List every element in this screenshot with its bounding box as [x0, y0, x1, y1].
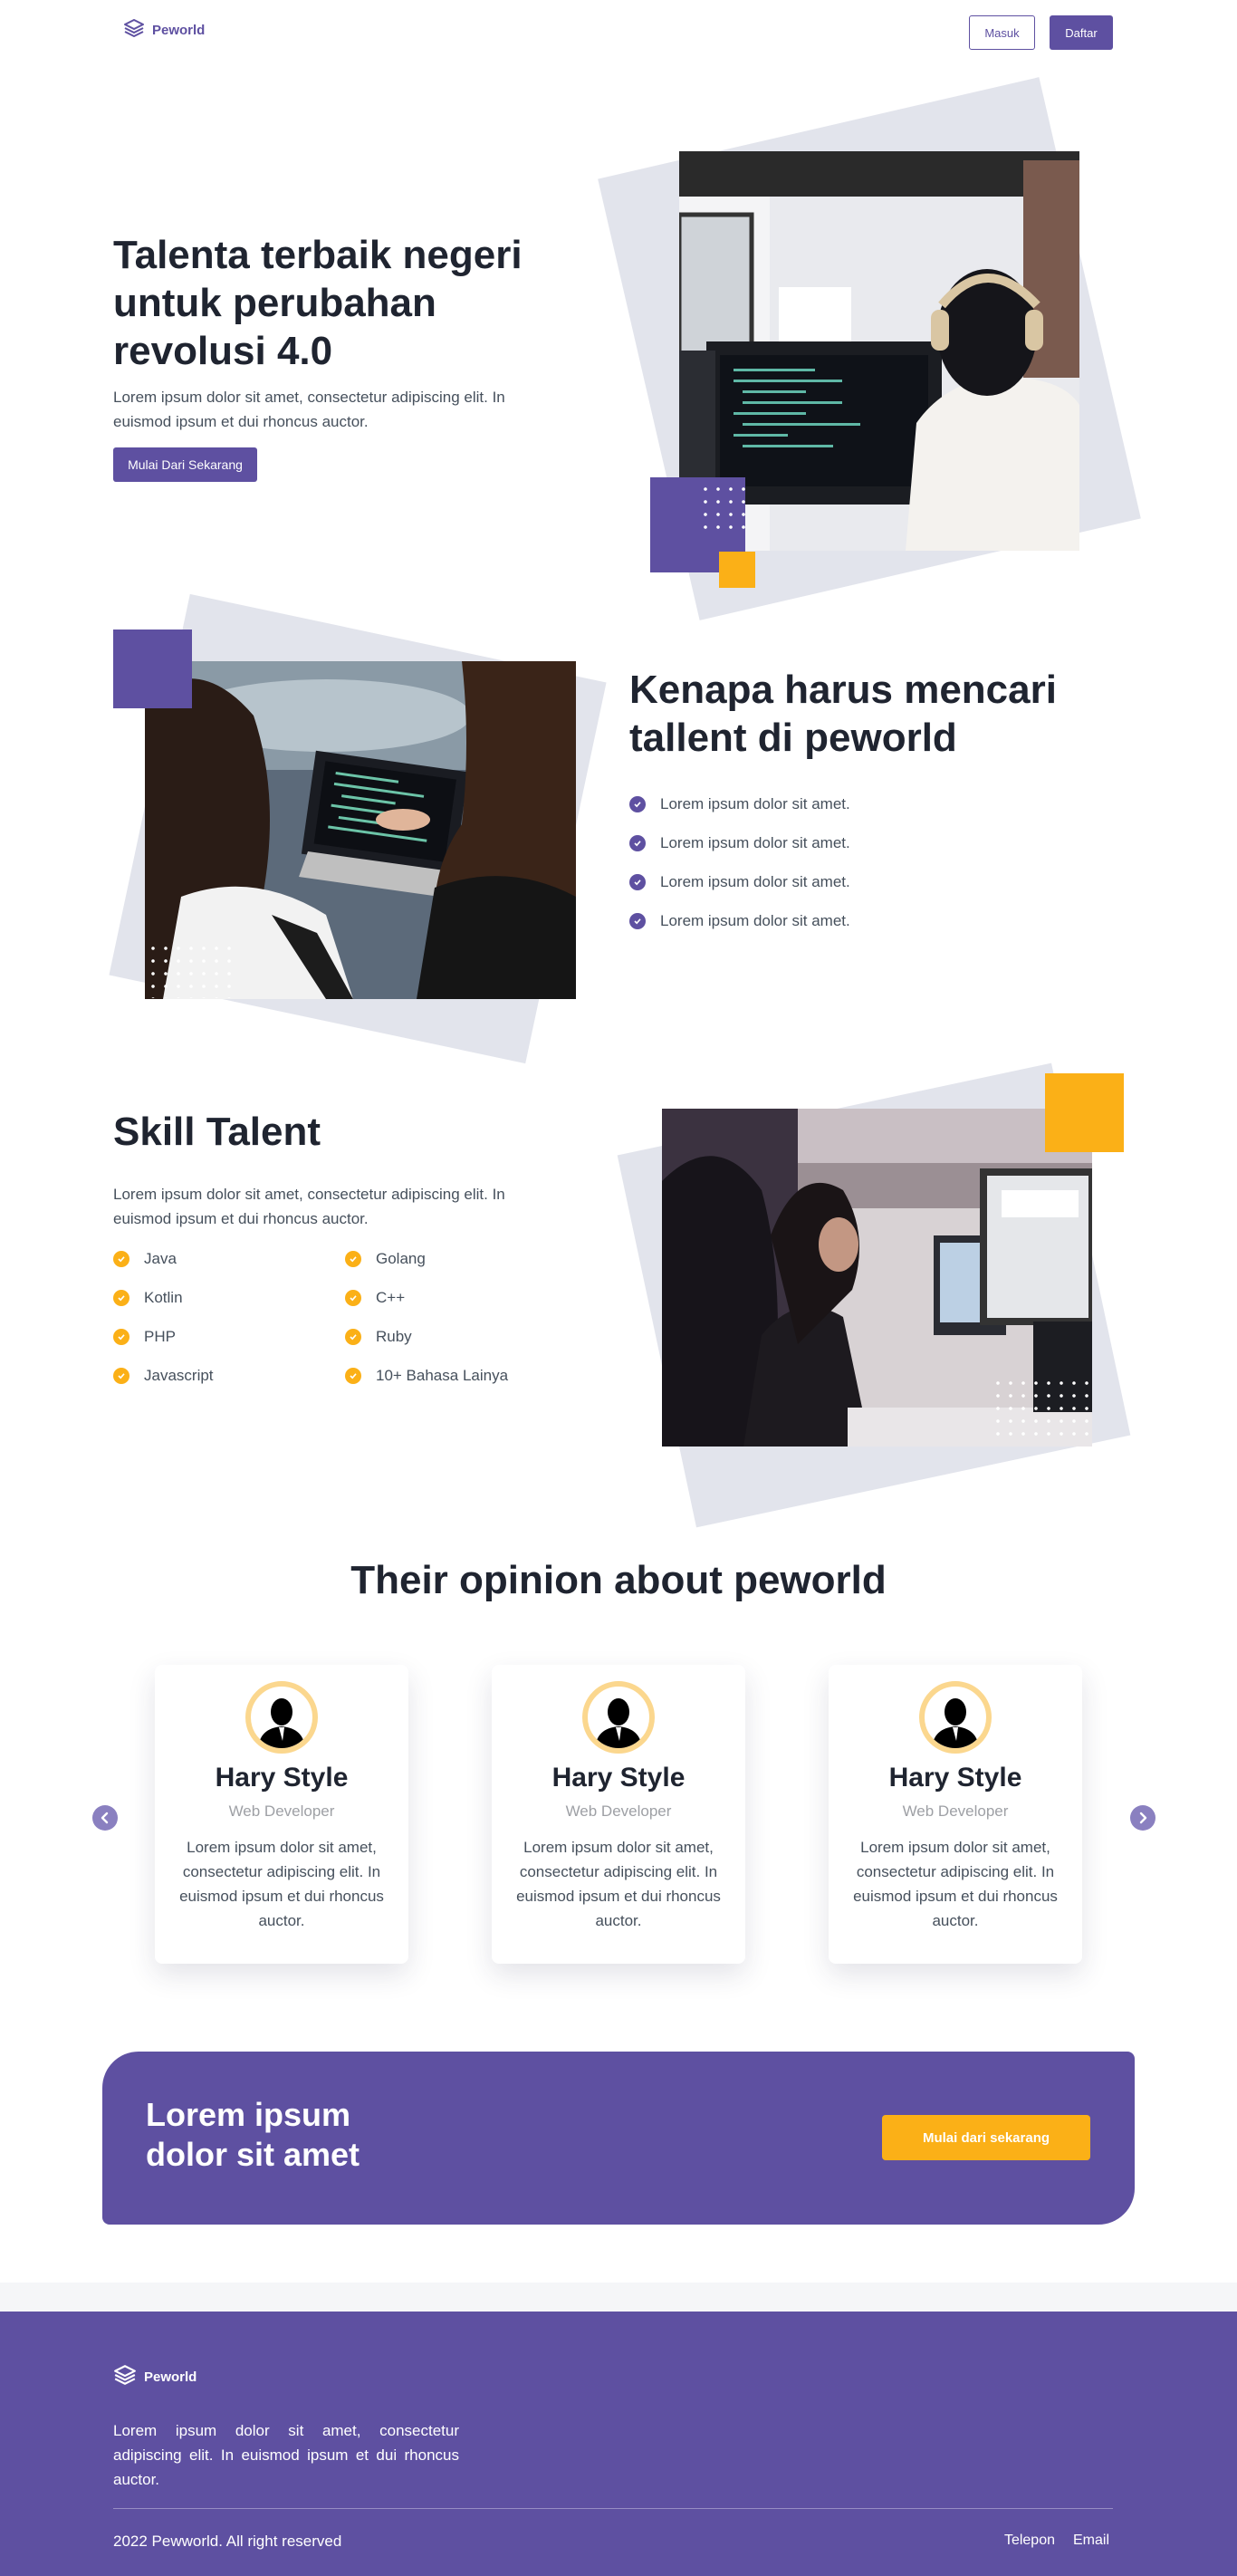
skill-name: PHP: [144, 1327, 176, 1345]
footer-link-phone[interactable]: Telepon: [1004, 2533, 1055, 2549]
login-button[interactable]: Masuk: [969, 15, 1035, 50]
testimonial-card[interactable]: Hary Style Web Developer Lorem ipsum dol…: [829, 1665, 1082, 1964]
user-silhouette-icon: [258, 1698, 305, 1748]
skill-item: Golang: [345, 1239, 508, 1278]
opinion-title: Their opinion about peworld: [350, 1558, 887, 1602]
hero-yellow-square: [719, 552, 755, 588]
footer-links: Telepon Email: [1004, 2533, 1109, 2549]
skill-dot-pattern: [992, 1377, 1091, 1442]
hero-title: Talenta terbaik negeri untuk perubahan r…: [113, 233, 523, 373]
why-list-item: Lorem ipsum dolor sit amet.: [629, 823, 850, 862]
skill-list-right: Golang C++ Ruby 10+ Bahasa Lainya: [345, 1239, 508, 1395]
avatar: [245, 1681, 318, 1754]
footer-brand-name: Peworld: [144, 2369, 197, 2385]
why-list-item: Lorem ipsum dolor sit amet.: [629, 901, 850, 940]
skill-name: C++: [376, 1288, 406, 1306]
check-circle-icon: [113, 1367, 129, 1384]
testimonial-text: Lorem ipsum dolor sit amet, consectetur …: [853, 1839, 1058, 1929]
hero-cta-button[interactable]: Mulai Dari Sekarang: [113, 447, 257, 482]
footer-spacer: [0, 2283, 1237, 2312]
chevron-left-icon: [101, 1812, 109, 1824]
hero-description: Lorem ipsum dolor sit amet, consectetur …: [113, 389, 505, 430]
testimonial-name: Hary Style: [551, 1763, 686, 1793]
skill-item: 10+ Bahasa Lainya: [345, 1356, 508, 1395]
why-list-item: Lorem ipsum dolor sit amet.: [629, 784, 850, 823]
cta-banner: Lorem ipsum dolor sit amet Mulai dari se…: [102, 2052, 1135, 2225]
register-button[interactable]: Daftar: [1050, 15, 1113, 50]
check-circle-icon: [345, 1367, 361, 1384]
chevron-right-icon: [1139, 1812, 1147, 1824]
check-circle-icon: [629, 873, 646, 890]
skill-name: Golang: [376, 1249, 426, 1267]
why-title: Kenapa harus mencari tallent di peworld: [629, 668, 1057, 760]
skill-item: PHP: [113, 1317, 214, 1356]
skill-title: Skill Talent: [113, 1110, 321, 1154]
testimonial-name: Hary Style: [888, 1763, 1022, 1793]
banner-title: Lorem ipsum dolor sit amet: [146, 2096, 360, 2173]
why-list-text: Lorem ipsum dolor sit amet.: [660, 833, 850, 851]
avatar: [919, 1681, 992, 1754]
testimonial-card[interactable]: Hary Style Web Developer Lorem ipsum dol…: [155, 1665, 408, 1964]
footer-description: Lorem ipsum dolor sit amet, consectetur …: [113, 2422, 459, 2488]
why-list-item: Lorem ipsum dolor sit amet.: [629, 862, 850, 901]
avatar: [582, 1681, 655, 1754]
skill-description: Lorem ipsum dolor sit amet, consectetur …: [113, 1186, 505, 1227]
skill-yellow-square: [1045, 1073, 1124, 1152]
user-silhouette-icon: [595, 1698, 642, 1748]
skill-item: Javascript: [113, 1356, 214, 1395]
why-list-text: Lorem ipsum dolor sit amet.: [660, 872, 850, 890]
footer-link-email[interactable]: Email: [1073, 2533, 1109, 2549]
check-circle-icon: [113, 1328, 129, 1345]
testimonial-role: Web Developer: [902, 1802, 1009, 1820]
skill-name: Ruby: [376, 1327, 412, 1345]
skill-name: 10+ Bahasa Lainya: [376, 1366, 509, 1384]
testimonial-role: Web Developer: [228, 1802, 335, 1820]
footer-divider: [113, 2508, 1113, 2509]
skill-name: Javascript: [144, 1366, 214, 1384]
check-circle-icon: [345, 1328, 361, 1345]
testimonial-text: Lorem ipsum dolor sit amet, consectetur …: [516, 1839, 721, 1929]
carousel-next-button[interactable]: [1130, 1805, 1155, 1831]
brand-logo[interactable]: Peworld: [123, 18, 205, 43]
hero-dot-pattern: [699, 483, 750, 533]
check-circle-icon: [345, 1289, 361, 1306]
skill-name: Java: [144, 1249, 177, 1267]
why-list-text: Lorem ipsum dolor sit amet.: [660, 794, 850, 812]
layers-icon: [123, 18, 145, 43]
skill-item: C++: [345, 1278, 508, 1317]
skill-item: Java: [113, 1239, 214, 1278]
skill-name: Kotlin: [144, 1288, 183, 1306]
why-purple-square: [113, 630, 192, 708]
top-navbar: Peworld Masuk Daftar: [0, 0, 1237, 65]
check-circle-icon: [629, 834, 646, 851]
footer-brand-logo[interactable]: Peworld: [113, 2364, 197, 2390]
brand-name: Peworld: [152, 23, 206, 38]
check-circle-icon: [113, 1289, 129, 1306]
carousel-prev-button[interactable]: [92, 1805, 118, 1831]
testimonial-role: Web Developer: [565, 1802, 672, 1820]
check-circle-icon: [345, 1250, 361, 1267]
why-dot-pattern: [147, 942, 234, 998]
testimonial-text: Lorem ipsum dolor sit amet, consectetur …: [179, 1839, 384, 1929]
testimonial-card[interactable]: Hary Style Web Developer Lorem ipsum dol…: [492, 1665, 745, 1964]
check-circle-icon: [629, 795, 646, 812]
footer: Peworld Lorem ipsum dolor sit amet, cons…: [0, 2312, 1237, 2576]
layers-icon: [113, 2364, 137, 2390]
why-list-text: Lorem ipsum dolor sit amet.: [660, 911, 850, 929]
skill-item: Ruby: [345, 1317, 508, 1356]
check-circle-icon: [629, 912, 646, 929]
footer-copyright: 2022 Pewworld. All right reserved: [113, 2533, 342, 2550]
user-silhouette-icon: [932, 1698, 979, 1748]
skill-item: Kotlin: [113, 1278, 214, 1317]
testimonial-name: Hary Style: [215, 1763, 349, 1793]
check-circle-icon: [113, 1250, 129, 1267]
banner-cta-button[interactable]: Mulai dari sekarang: [882, 2115, 1090, 2160]
skill-list-left: Java Kotlin PHP Javascript: [113, 1239, 214, 1395]
why-list: Lorem ipsum dolor sit amet. Lorem ipsum …: [629, 784, 850, 940]
